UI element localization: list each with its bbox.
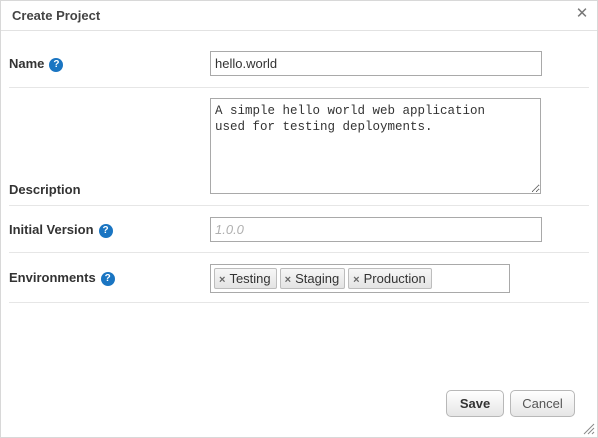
- description-textarea[interactable]: A simple hello world web application use…: [210, 98, 541, 194]
- environment-tag-staging: × Staging: [279, 268, 346, 290]
- cancel-button[interactable]: Cancel: [510, 390, 575, 417]
- initial-version-input[interactable]: [210, 217, 542, 242]
- initial-version-row: Initial Version?: [9, 206, 589, 253]
- initial-version-label: Initial Version?: [9, 222, 113, 238]
- initial-version-label-text: Initial Version: [9, 222, 94, 237]
- resize-grip-icon[interactable]: [583, 423, 595, 435]
- tag-remove-icon[interactable]: ×: [285, 271, 291, 290]
- environments-row: Environments? × Testing × Staging × Productio…: [9, 253, 589, 303]
- tag-remove-icon[interactable]: ×: [353, 271, 359, 290]
- tag-label: Testing: [229, 271, 271, 286]
- description-row: Description A simple hello world web app…: [9, 88, 589, 206]
- dialog-title: Create Project: [12, 8, 101, 23]
- environments-label-text: Environments: [9, 270, 96, 285]
- close-icon[interactable]: ✕: [574, 6, 590, 22]
- name-row: Name?: [9, 41, 589, 88]
- tag-label: Production: [363, 271, 426, 286]
- initial-version-help-icon[interactable]: ?: [98, 224, 113, 238]
- environments-tag-input[interactable]: × Testing × Staging × Production: [210, 264, 510, 293]
- tag-remove-icon[interactable]: ×: [219, 271, 225, 290]
- create-project-dialog: Create Project ✕ Name? Description A sim…: [0, 0, 598, 438]
- name-input[interactable]: [210, 51, 542, 76]
- tag-label: Staging: [295, 271, 340, 286]
- name-label-text: Name: [9, 56, 45, 71]
- name-label: Name?: [9, 56, 64, 72]
- description-label: Description: [9, 182, 81, 197]
- environments-label: Environments?: [9, 270, 115, 286]
- environment-tag-testing: × Testing: [214, 268, 277, 289]
- environments-help-icon[interactable]: ?: [100, 272, 115, 286]
- dialog-titlebar[interactable]: Create Project ✕: [1, 1, 597, 31]
- environment-tag-production: × Production: [348, 268, 432, 289]
- save-button[interactable]: Save: [446, 390, 504, 417]
- name-help-icon[interactable]: ?: [49, 58, 64, 72]
